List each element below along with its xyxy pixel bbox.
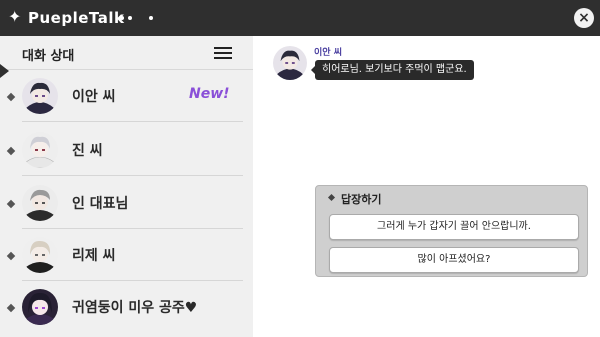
avatar <box>22 289 58 325</box>
avatar <box>22 78 58 114</box>
diamond-bullet-icon <box>6 146 16 156</box>
contact-name: 귀염둥이 미우 공주♥ <box>72 300 198 316</box>
menu-icon[interactable] <box>214 47 232 59</box>
sidebar-header: 대화 상대 <box>0 36 253 70</box>
contact-name: 이안 씨 <box>72 89 116 105</box>
close-button[interactable]: × <box>574 8 594 28</box>
divider <box>22 175 243 176</box>
message-bubble: 히어로님. 보기보다 주먹이 맵군요. <box>315 60 474 80</box>
contact-name: 인 대표님 <box>72 196 129 212</box>
reply-panel: 답장하기 그러게 누가 갑자기 끌어 안으랍니까. 많이 아프셨어요? <box>315 185 588 277</box>
contact-item-jin[interactable]: 진 씨 <box>0 124 253 176</box>
avatar <box>22 132 58 168</box>
reply-option-button[interactable]: 그러게 누가 갑자기 끌어 안으랍니까. <box>329 214 579 240</box>
reply-title: 답장하기 <box>341 193 382 206</box>
diamond-bullet-icon <box>6 199 16 209</box>
sidebar-title: 대화 상대 <box>22 49 75 64</box>
selection-pointer-icon <box>0 64 9 78</box>
dot-icon <box>120 16 124 20</box>
title-bar: ✦ PuepleTalk × <box>0 0 600 36</box>
diamond-bullet-icon <box>6 92 16 102</box>
diamond-bullet-icon <box>327 193 336 202</box>
avatar <box>273 46 307 80</box>
message-sender: 이안 씨 <box>314 48 342 58</box>
contact-item-ian[interactable]: 이안 씨 New! <box>0 70 253 122</box>
diamond-bullet-icon <box>6 251 16 261</box>
contact-name: 진 씨 <box>72 143 103 159</box>
contact-item-in[interactable]: 인 대표님 <box>0 177 253 229</box>
app-title: PuepleTalk <box>28 9 125 27</box>
divider <box>22 121 243 122</box>
contact-name: 리제 씨 <box>72 248 116 264</box>
avatar <box>22 237 58 273</box>
sparkle-icon: ✦ <box>8 7 22 26</box>
dot-icon <box>128 16 132 20</box>
contact-item-miu[interactable]: 귀염둥이 미우 공주♥ <box>0 281 253 333</box>
avatar <box>22 185 58 221</box>
contacts-sidebar: 대화 상대 이안 씨 New! 진 씨 인 대표님 리제 씨 귀염둥이 미우 공… <box>0 36 253 337</box>
dot-icon <box>149 16 153 20</box>
diamond-bullet-icon <box>6 303 16 313</box>
reply-option-button[interactable]: 많이 아프셨어요? <box>329 247 579 273</box>
new-badge: New! <box>189 86 230 102</box>
contact-item-rize[interactable]: 리제 씨 <box>0 229 253 281</box>
